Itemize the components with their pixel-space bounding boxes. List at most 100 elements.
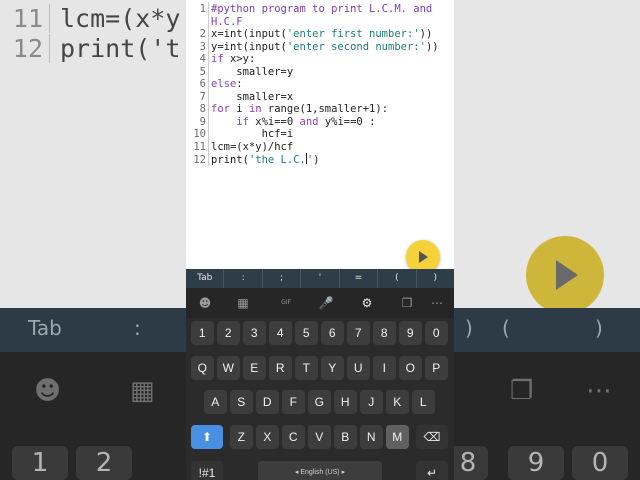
background-key: 8	[448, 446, 488, 480]
code-line[interactable]: 8 for i in range(1,smaller+1):	[186, 103, 388, 116]
code-line[interactable]: 11 lcm=(x*y)/hcf	[186, 141, 293, 154]
code-line[interactable]: 6 else:	[186, 78, 243, 91]
code-token: ))	[425, 40, 439, 53]
symbol-key[interactable]: ;	[261, 269, 300, 288]
symbol-key[interactable]: :	[223, 269, 261, 288]
key-e[interactable]: E	[243, 356, 266, 380]
key-2[interactable]: 2	[217, 321, 240, 345]
key-a[interactable]: A	[204, 390, 227, 414]
key-4[interactable]: 4	[269, 321, 292, 345]
key-5[interactable]: 5	[295, 321, 318, 345]
key-1[interactable]: 1	[191, 321, 214, 345]
key-w[interactable]: W	[217, 356, 240, 380]
line-number: 2	[199, 28, 206, 40]
background-symbol: )	[465, 316, 473, 340]
emoji-icon[interactable]: ☻	[194, 294, 216, 312]
key-9[interactable]: 9	[399, 321, 422, 345]
code-line[interactable]: 12 print('the L.C.')	[186, 153, 320, 166]
code-token: print(	[211, 154, 249, 166]
symbols-key[interactable]: !#1	[191, 461, 223, 480]
key-0[interactable]: 0	[425, 321, 448, 345]
code-token: and	[299, 115, 319, 128]
key-c[interactable]: C	[282, 425, 305, 449]
shift-icon[interactable]: ⬆	[191, 425, 223, 449]
background-code-line: 12 print('t	[0, 34, 180, 70]
code-line[interactable]: 10 hcf=i	[186, 128, 293, 141]
key-l[interactable]: L	[412, 390, 435, 414]
key-u[interactable]: U	[347, 356, 370, 380]
code-token: H.C.F	[211, 15, 243, 28]
symbol-key[interactable]: Tab	[186, 269, 223, 288]
key-j[interactable]: J	[360, 390, 383, 414]
key-x[interactable]: X	[256, 425, 279, 449]
symbol-key[interactable]: =	[338, 269, 377, 288]
clipboard-icon[interactable]: ❐	[396, 294, 418, 312]
phone-screen: 1 #python program to print L.C.M. and H.C.…	[186, 0, 454, 480]
code-token: 'enter first number:'	[286, 28, 420, 40]
key-s[interactable]: S	[230, 390, 253, 414]
code-line[interactable]: H.C.F	[186, 16, 243, 29]
key-h[interactable]: H	[334, 390, 357, 414]
background-key: 0	[572, 446, 628, 480]
key-n[interactable]: N	[360, 425, 383, 449]
code-token: lcm=(x*y)/hcf	[211, 140, 294, 153]
background-symbol: :	[134, 316, 141, 340]
enter-icon[interactable]: ↵	[416, 461, 448, 480]
key-7[interactable]: 7	[347, 321, 370, 345]
background-key: 2	[76, 446, 132, 480]
line-number: 9	[199, 115, 206, 128]
key-y[interactable]: Y	[321, 356, 344, 380]
key-m[interactable]: M	[386, 425, 409, 449]
background-clipboard-icon: ❐	[510, 376, 534, 406]
more-options-icon[interactable]: ⋯	[426, 294, 448, 312]
code-line[interactable]: 4 if x>y:	[186, 53, 256, 66]
key-g[interactable]: G	[308, 390, 331, 414]
line-number: 6	[199, 78, 206, 90]
line-number: 5	[199, 65, 206, 78]
key-t[interactable]: T	[295, 356, 318, 380]
background-sticker-icon: ▦	[130, 376, 155, 406]
space-bar[interactable]: ◂ English (US) ▸	[258, 461, 382, 480]
code-line[interactable]: 1 #python program to print L.C.M. and	[186, 3, 433, 16]
code-line[interactable]: 3 y=int(input('enter second number:'))	[186, 41, 439, 54]
gif-icon[interactable]: GIF	[275, 294, 297, 312]
background-key: 9	[508, 446, 564, 480]
symbol-key[interactable]: (	[377, 269, 415, 288]
key-k[interactable]: K	[386, 390, 409, 414]
key-f[interactable]: F	[282, 390, 305, 414]
screen: 11 lcm=(x*y 12 print('t Tab : ) ( ) ☻ ▦ ❐ …	[0, 0, 640, 480]
key-b[interactable]: B	[334, 425, 357, 449]
key-d[interactable]: D	[256, 390, 279, 414]
key-q[interactable]: Q	[191, 356, 214, 380]
line-number: 1	[199, 3, 206, 15]
key-8[interactable]: 8	[373, 321, 396, 345]
code-line[interactable]: 5 smaller=y	[186, 65, 294, 79]
backspace-icon[interactable]: ⌫	[416, 425, 448, 449]
code-token: )	[313, 154, 320, 166]
code-token: :	[236, 78, 243, 90]
code-token: in	[248, 103, 262, 115]
keyboard-toolbar: ☻ ▦ GIF 🎤 ⚙ ❐ ⋯	[186, 288, 454, 318]
key-i[interactable]: I	[373, 356, 396, 380]
key-v[interactable]: V	[308, 425, 331, 449]
code-line[interactable]: 7 smaller=x	[186, 90, 294, 104]
microphone-icon[interactable]: 🎤	[315, 294, 337, 312]
code-line[interactable]: 9 if x%i==0 and y%i==0 :	[186, 115, 376, 129]
key-3[interactable]: 3	[243, 321, 266, 345]
code-token: ))	[419, 28, 433, 40]
key-z[interactable]: Z	[230, 425, 253, 449]
code-token: i	[229, 103, 249, 115]
key-p[interactable]: P	[425, 356, 448, 380]
key-o[interactable]: O	[399, 356, 422, 380]
code-editor[interactable]: 1 #python program to print L.C.M. and H.C.…	[186, 0, 454, 269]
sticker-icon[interactable]: ▦	[232, 294, 254, 312]
key-r[interactable]: R	[269, 356, 292, 380]
code-line[interactable]: 2 x=int(input('enter first number:'))	[186, 28, 433, 41]
code-token: smaller=x	[211, 90, 294, 103]
symbol-key[interactable]: '	[300, 269, 338, 288]
background-key: 1	[12, 446, 68, 480]
symbol-key[interactable]: )	[415, 269, 454, 288]
key-6[interactable]: 6	[321, 321, 344, 345]
settings-gear-icon[interactable]: ⚙	[356, 294, 378, 312]
